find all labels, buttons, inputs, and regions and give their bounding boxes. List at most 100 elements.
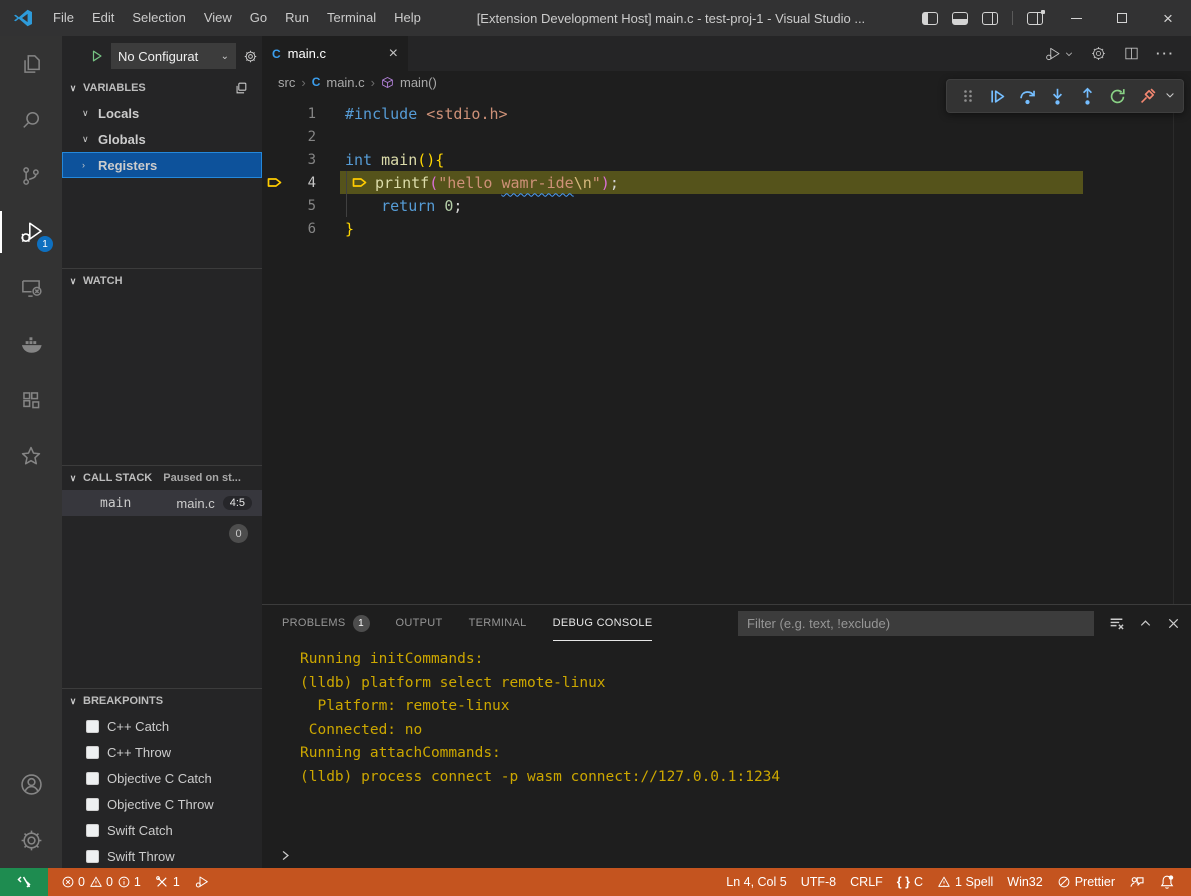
stack-frame-row[interactable]: main main.c 4:5 bbox=[62, 490, 262, 516]
maximize-icon bbox=[1117, 13, 1127, 23]
maximize-panel-icon[interactable] bbox=[1138, 616, 1153, 631]
breakpoint-checkbox[interactable] bbox=[86, 746, 99, 759]
debug-toolbar bbox=[946, 79, 1184, 113]
feedback-button[interactable] bbox=[1122, 874, 1152, 890]
breadcrumb-folder[interactable]: src bbox=[278, 75, 295, 90]
menu-item-selection[interactable]: Selection bbox=[123, 0, 194, 36]
restart-button[interactable] bbox=[1104, 83, 1131, 110]
account-button[interactable] bbox=[0, 756, 62, 812]
encoding-indicator[interactable]: UTF-8 bbox=[794, 875, 843, 889]
breakpoint-checkbox[interactable] bbox=[86, 720, 99, 733]
spell-checker-status[interactable]: 1 Spell bbox=[930, 875, 1000, 889]
minimize-button[interactable] bbox=[1053, 0, 1099, 36]
toggle-sidebar-icon[interactable] bbox=[922, 12, 938, 25]
split-editor-icon[interactable] bbox=[1123, 45, 1140, 62]
sidebar-item-favorites[interactable] bbox=[0, 428, 62, 484]
layout-controls bbox=[922, 11, 1043, 25]
more-actions-icon[interactable]: ··· bbox=[1156, 46, 1175, 61]
tab-close-icon[interactable]: × bbox=[389, 45, 398, 63]
eol-indicator[interactable]: CRLF bbox=[843, 875, 890, 889]
menu-item-file[interactable]: File bbox=[44, 0, 83, 36]
breakpoint-row[interactable]: Objective C Catch bbox=[62, 765, 262, 791]
sidebar-item-search[interactable] bbox=[0, 92, 62, 148]
debug-config-dropdown[interactable]: No Configurat ⌄ bbox=[111, 43, 236, 69]
breakpoint-row[interactable]: Swift Catch bbox=[62, 817, 262, 843]
breadcrumb-symbol[interactable]: main() bbox=[400, 75, 437, 90]
menu-item-terminal[interactable]: Terminal bbox=[318, 0, 385, 36]
cursor-position[interactable]: Ln 4, Col 5 bbox=[719, 875, 793, 889]
maximize-button[interactable] bbox=[1099, 0, 1145, 36]
sidebar-item-extensions[interactable] bbox=[0, 372, 62, 428]
variables-header[interactable]: ∨ VARIABLES bbox=[62, 76, 262, 100]
breakpoint-row[interactable]: C++ Throw bbox=[62, 739, 262, 765]
watch-header[interactable]: ∨ WATCH bbox=[62, 269, 262, 293]
sidebar-item-docker[interactable] bbox=[0, 316, 62, 372]
sidebar-item-run-debug[interactable]: 1 bbox=[0, 204, 62, 260]
continue-button[interactable] bbox=[984, 83, 1011, 110]
debug-console-repl[interactable] bbox=[262, 842, 1191, 868]
toolbar-drag-handle[interactable] bbox=[954, 83, 981, 110]
run-or-debug-button[interactable] bbox=[1044, 45, 1074, 63]
toggle-panel-icon[interactable] bbox=[952, 12, 968, 25]
close-panel-icon[interactable] bbox=[1166, 616, 1181, 631]
sidebar-item-remote-explorer[interactable] bbox=[0, 260, 62, 316]
breakpoint-checkbox[interactable] bbox=[86, 824, 99, 837]
step-into-button[interactable] bbox=[1044, 83, 1071, 110]
breakpoint-checkbox[interactable] bbox=[86, 798, 99, 811]
platform-indicator[interactable]: Win32 bbox=[1000, 875, 1049, 889]
variables-scope-registers[interactable]: ›Registers bbox=[62, 152, 262, 178]
panel-tab-debug-console[interactable]: DEBUG CONSOLE bbox=[553, 605, 653, 641]
variables-scope-globals[interactable]: ∨Globals bbox=[62, 126, 262, 152]
bottom-panel: PROBLEMS1OUTPUTTERMINALDEBUG CONSOLE Run… bbox=[262, 604, 1191, 868]
problems-status[interactable]: 0 0 1 bbox=[54, 868, 148, 896]
debug-session-chevron-icon[interactable] bbox=[1164, 89, 1176, 104]
code-text: } bbox=[316, 220, 354, 238]
panel-tab-problems[interactable]: PROBLEMS1 bbox=[282, 605, 370, 641]
disconnect-button[interactable] bbox=[1134, 83, 1161, 110]
scope-label: Registers bbox=[98, 158, 157, 173]
notifications-button[interactable] bbox=[1152, 874, 1185, 890]
source-control-icon bbox=[18, 163, 44, 189]
menu-item-run[interactable]: Run bbox=[276, 0, 318, 36]
copy-icon[interactable] bbox=[234, 81, 248, 95]
menu-item-edit[interactable]: Edit bbox=[83, 0, 123, 36]
language-mode[interactable]: { } C bbox=[890, 875, 930, 889]
editor-gear-icon[interactable] bbox=[1090, 45, 1107, 62]
debug-status[interactable] bbox=[187, 868, 217, 896]
toggle-secondary-sidebar-icon[interactable] bbox=[982, 12, 998, 25]
breakpoint-row[interactable]: Objective C Throw bbox=[62, 791, 262, 817]
chevron-down-icon: ⌄ bbox=[221, 51, 229, 62]
settings-button[interactable] bbox=[0, 812, 62, 868]
tab-main-c[interactable]: C main.c × bbox=[262, 36, 408, 71]
breakpoint-row[interactable]: C++ Catch bbox=[62, 713, 262, 739]
breakpoint-row[interactable]: Swift Throw bbox=[62, 843, 262, 868]
formatter-status[interactable]: Prettier bbox=[1050, 875, 1122, 889]
step-over-button[interactable] bbox=[1014, 83, 1041, 110]
bug-play-icon bbox=[194, 874, 210, 890]
variables-scope-locals[interactable]: ∨Locals bbox=[62, 100, 262, 126]
start-debug-icon[interactable] bbox=[90, 49, 104, 63]
sidebar-item-explorer[interactable] bbox=[0, 36, 62, 92]
panel-tab-terminal[interactable]: TERMINAL bbox=[469, 605, 527, 641]
code-editor[interactable]: 1#include <stdio.h>23int main(){4printf(… bbox=[262, 93, 1191, 604]
console-filter-input[interactable] bbox=[738, 611, 1094, 636]
breadcrumb-file[interactable]: main.c bbox=[326, 75, 364, 90]
customize-layout-icon[interactable] bbox=[1027, 12, 1043, 25]
close-button[interactable]: × bbox=[1145, 0, 1191, 36]
code-text: printf("hello wamr-ide\n"); bbox=[316, 174, 619, 192]
menu-item-view[interactable]: View bbox=[195, 0, 241, 36]
breakpoint-checkbox[interactable] bbox=[86, 850, 99, 863]
debug-settings-gear-icon[interactable] bbox=[243, 49, 258, 64]
panel-tab-output[interactable]: OUTPUT bbox=[396, 605, 443, 641]
clear-console-icon[interactable] bbox=[1108, 615, 1125, 632]
breakpoint-checkbox[interactable] bbox=[86, 772, 99, 785]
remote-indicator[interactable] bbox=[0, 868, 48, 896]
debug-current-line-arrow-icon[interactable] bbox=[262, 175, 290, 190]
menu-item-go[interactable]: Go bbox=[241, 0, 276, 36]
step-out-button[interactable] bbox=[1074, 83, 1101, 110]
breakpoints-header[interactable]: ∨ BREAKPOINTS bbox=[62, 689, 262, 713]
call-stack-header[interactable]: ∨ CALL STACK Paused on st... bbox=[62, 466, 262, 490]
sidebar-item-source-control[interactable] bbox=[0, 148, 62, 204]
tools-status[interactable]: 1 bbox=[148, 868, 187, 896]
menu-item-help[interactable]: Help bbox=[385, 0, 430, 36]
